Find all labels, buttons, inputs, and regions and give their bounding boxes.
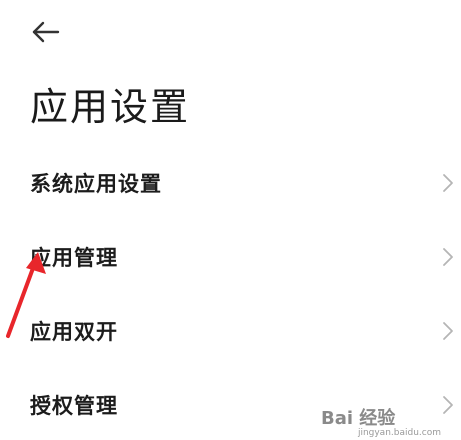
menu-item-label: 应用双开	[30, 320, 118, 344]
menu-item-label: 系统应用设置	[30, 172, 162, 196]
chevron-right-icon	[443, 174, 453, 192]
menu-item-system-app-settings[interactable]: 系统应用设置	[0, 146, 461, 220]
chevron-right-icon	[443, 322, 453, 340]
watermark-subtext: jingyan.baidu.com	[357, 428, 441, 438]
menu-item-app-management[interactable]: 应用管理	[0, 220, 461, 294]
page-title: 应用设置	[30, 85, 191, 129]
chevron-right-icon	[443, 248, 453, 266]
arrow-left-icon	[32, 21, 60, 43]
baidu-jingyan-watermark: Bai 经验 jingyan.baidu.com	[321, 404, 441, 438]
menu-item-label: 授权管理	[30, 394, 118, 418]
settings-menu: 系统应用设置 应用管理 应用双开 授权管理	[0, 146, 461, 440]
menu-item-dual-apps[interactable]: 应用双开	[0, 294, 461, 368]
watermark-text: Bai 经验	[321, 408, 396, 429]
back-button[interactable]	[28, 16, 64, 48]
app-settings-screen: 应用设置 系统应用设置 应用管理 应用双开 授权管理 Bai 经验 jingya…	[0, 0, 461, 440]
menu-item-label: 应用管理	[30, 246, 118, 270]
chevron-right-icon	[443, 396, 453, 414]
